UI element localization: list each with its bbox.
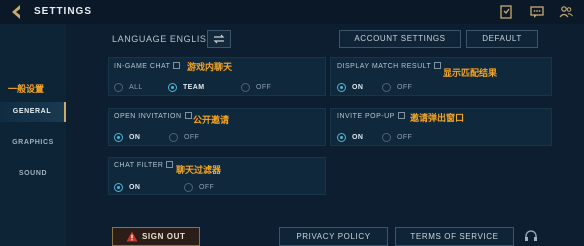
info-icon[interactable] xyxy=(434,62,442,69)
info-icon[interactable] xyxy=(184,112,192,119)
display-match-result-annotation: 显示匹配结果 xyxy=(443,68,498,78)
chat-team-label: TEAM xyxy=(183,84,205,91)
info-icon[interactable] xyxy=(397,112,405,119)
sidebar-annotation: 一般设置 xyxy=(8,84,45,94)
open-invitation-label: OPEN INVITATION xyxy=(114,113,182,120)
chat-filter-label: CHAT FILTER xyxy=(114,162,164,169)
invite-popup-on-radio[interactable] xyxy=(337,133,346,142)
sign-out-label: SIGN OUT xyxy=(142,232,186,241)
invite-popup-off-radio[interactable] xyxy=(382,133,391,142)
in-game-chat-label-wrap: IN-GAME CHAT xyxy=(114,62,181,70)
invite-popup-on-label: ON xyxy=(352,134,364,141)
back-chevron-icon[interactable] xyxy=(8,3,26,21)
invite-popup-label: INVITE POP-UP xyxy=(337,113,395,120)
terms-of-service-button[interactable]: TERMS OF SERVICE xyxy=(395,227,514,246)
language-swap-button[interactable] xyxy=(207,30,231,48)
match-result-on-label: ON xyxy=(352,84,364,91)
chat-all-label: ALL xyxy=(129,84,143,91)
warning-icon xyxy=(126,231,138,242)
match-result-off-radio[interactable] xyxy=(382,83,391,92)
swap-icon xyxy=(213,34,225,44)
chat-filter-on-radio[interactable] xyxy=(114,183,123,192)
chat-icon[interactable] xyxy=(529,4,545,20)
sidebar-item-graphics[interactable]: GRAPHICS xyxy=(0,133,66,153)
friends-icon[interactable] xyxy=(558,4,574,20)
chat-filter-off-label: OFF xyxy=(199,184,215,191)
open-invitation-label-wrap: OPEN INVITATION xyxy=(114,112,192,120)
info-icon[interactable] xyxy=(173,62,181,69)
invite-popup-label-wrap: INVITE POP-UP xyxy=(337,112,405,120)
open-invitation-on-label: ON xyxy=(129,134,141,141)
chat-team-radio[interactable] xyxy=(168,83,177,92)
open-invitation-off-radio[interactable] xyxy=(169,133,178,142)
account-settings-button[interactable]: ACCOUNT SETTINGS xyxy=(339,30,461,48)
language-label: LANGUAGE ENGLISH xyxy=(112,34,214,44)
match-result-on-radio[interactable] xyxy=(337,83,346,92)
match-result-off-label: OFF xyxy=(397,84,413,91)
chat-filter-off-radio[interactable] xyxy=(184,183,193,192)
open-invitation-on-radio[interactable] xyxy=(114,133,123,142)
display-match-result-label-wrap: DISPLAY MATCH RESULT xyxy=(337,62,442,70)
chat-all-radio[interactable] xyxy=(114,83,123,92)
sidebar-item-general[interactable]: GENERAL xyxy=(0,102,66,122)
sign-out-button[interactable]: SIGN OUT xyxy=(112,227,200,246)
chat-off-label: OFF xyxy=(256,84,272,91)
in-game-chat-annotation: 游戏内聊天 xyxy=(187,62,233,72)
headset-icon[interactable] xyxy=(523,228,539,244)
default-button[interactable]: DEFAULT xyxy=(466,30,538,48)
invite-popup-annotation: 邀请弹出窗口 xyxy=(410,113,465,123)
display-match-result-label: DISPLAY MATCH RESULT xyxy=(337,63,432,70)
chat-filter-label-wrap: CHAT FILTER xyxy=(114,161,174,169)
quest-book-icon[interactable] xyxy=(498,4,514,20)
chat-off-radio[interactable] xyxy=(241,83,250,92)
open-invitation-off-label: OFF xyxy=(184,134,200,141)
sidebar-item-sound[interactable]: SOUND xyxy=(0,164,66,184)
privacy-policy-button[interactable]: PRIVACY POLICY xyxy=(279,227,388,246)
invite-popup-off-label: OFF xyxy=(397,134,413,141)
page-title: SETTINGS xyxy=(34,6,93,17)
open-invitation-annotation: 公开邀请 xyxy=(193,115,230,125)
chat-filter-annotation: 聊天过滤器 xyxy=(176,165,222,175)
in-game-chat-label: IN-GAME CHAT xyxy=(114,63,171,70)
info-icon[interactable] xyxy=(166,161,174,168)
chat-filter-on-label: ON xyxy=(129,184,141,191)
